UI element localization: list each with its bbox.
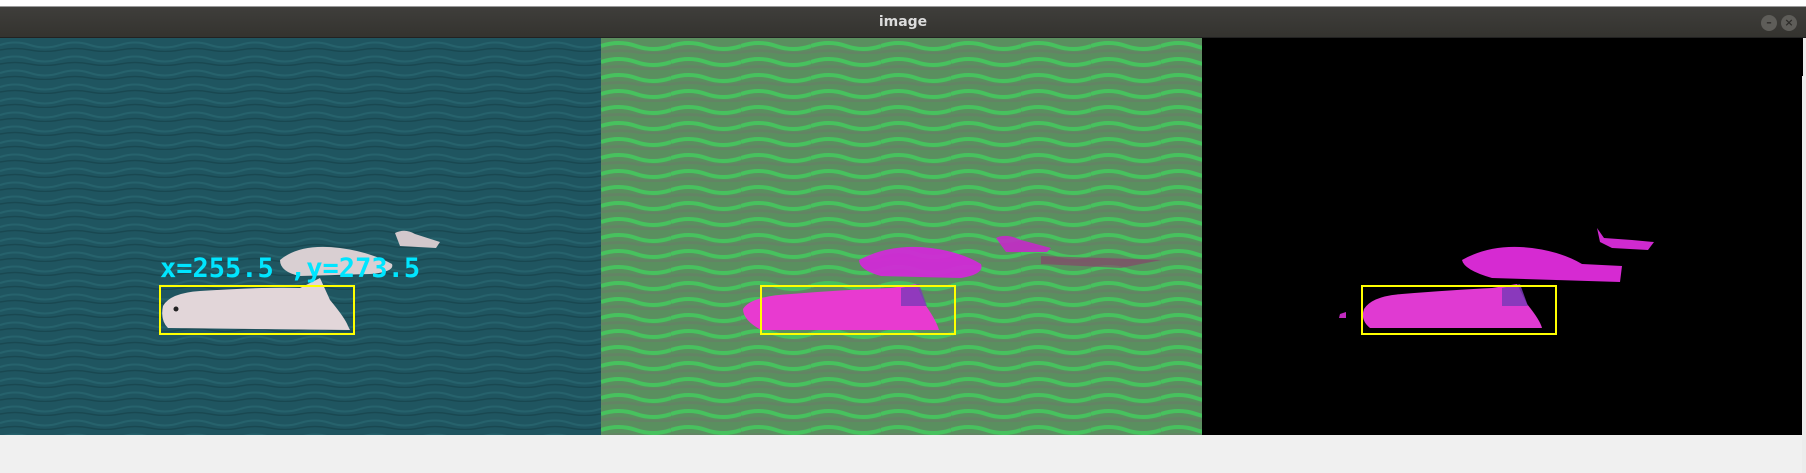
image-window: image – × x=255.5 ,y=273.5 — [0, 0, 1806, 473]
window-top-edge — [0, 0, 1806, 7]
minimize-icon[interactable]: – — [1761, 15, 1777, 31]
original-image-panel: x=255.5 ,y=273.5 — [0, 38, 601, 435]
window-right-margin — [1802, 76, 1806, 473]
mask-image — [1202, 38, 1803, 435]
mask-image-panel — [1202, 38, 1803, 435]
hsv-image — [601, 38, 1202, 435]
dolphin-eye — [173, 306, 179, 312]
close-icon[interactable]: × — [1781, 15, 1797, 31]
hsv-image-panel — [601, 38, 1202, 435]
coordinate-readout: x=255.5 ,y=273.5 — [160, 253, 421, 284]
title-bar[interactable]: image – × — [0, 7, 1806, 38]
image-canvas: x=255.5 ,y=273.5 — [0, 38, 1806, 473]
window-title: image — [878, 14, 928, 30]
original-image — [0, 38, 601, 435]
